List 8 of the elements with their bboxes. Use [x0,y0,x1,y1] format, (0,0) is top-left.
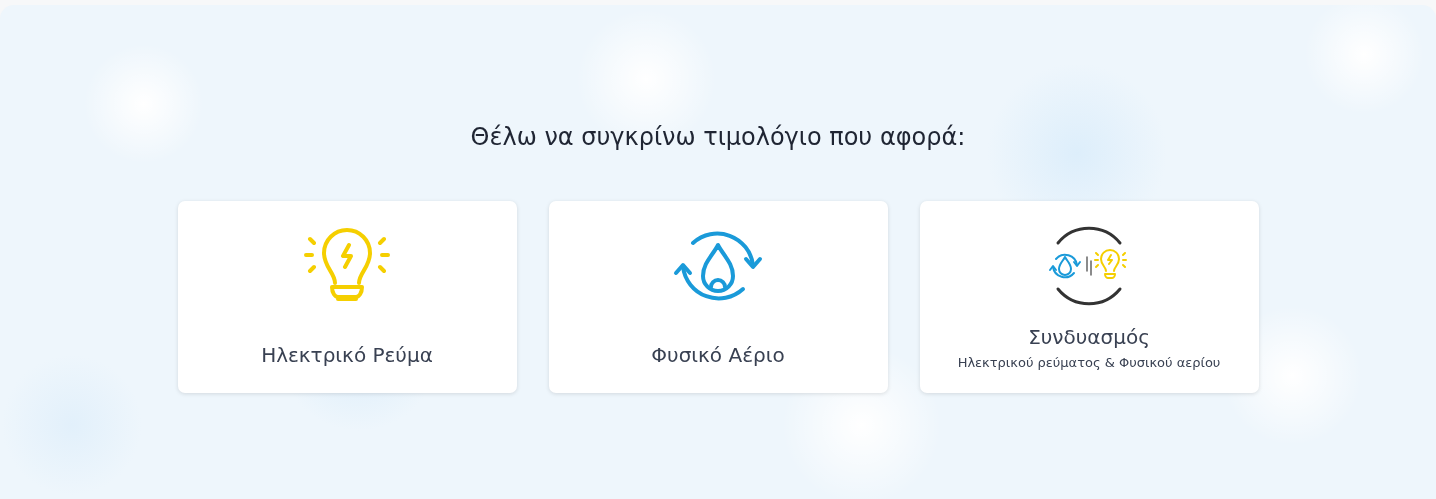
option-card[interactable]: Φυσικό Αέριο [548,201,888,393]
option-label: Φυσικό Αέριο [651,343,785,367]
option-label: Ηλεκτρικό Ρεύμα [261,343,433,367]
option-card[interactable]: Συνδυασμός Ηλεκτρικού ρεύματος & Φυσικού αερίου [919,201,1259,393]
page-heading: Θέλω να συγκρίνω τιμολόγιο που αφορά: [470,122,966,153]
option-subtitle: Ηλεκτρικού ρεύματος & Φυσικού αερίου [957,355,1221,370]
option-card[interactable]: Ηλεκτρικό Ρεύμα [177,201,517,393]
option-label: Συνδυασμός [1028,325,1150,349]
